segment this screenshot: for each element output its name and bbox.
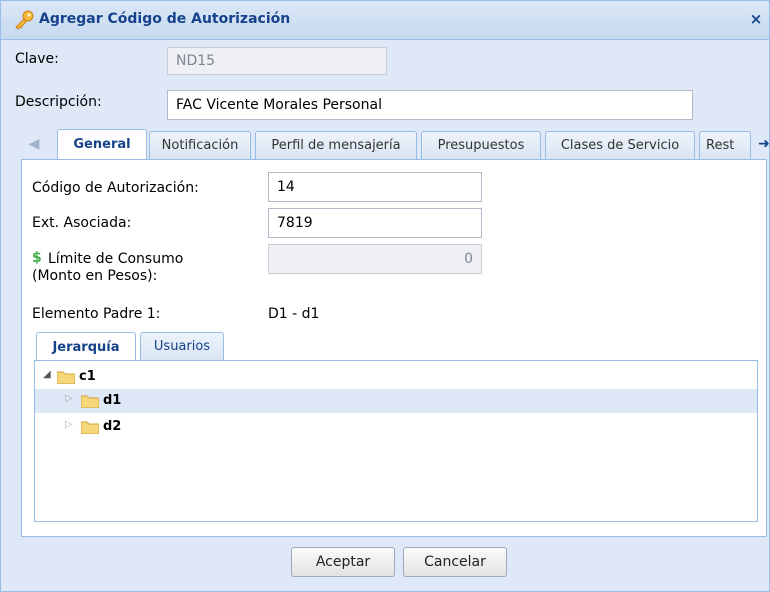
descripcion-value: FAC Vicente Morales Personal (176, 97, 382, 113)
general-panel: Código de Autorización: 14 Ext. Asociada… (21, 159, 767, 537)
tab-notificacion[interactable]: Notificación (149, 131, 251, 159)
tab-rest[interactable]: Rest (699, 131, 751, 159)
clave-label: Clave: (15, 51, 59, 67)
tree-node-d1[interactable]: ▷ d1 (35, 389, 757, 413)
limite-input: 0 (268, 244, 482, 274)
descripcion-input[interactable]: FAC Vicente Morales Personal (167, 90, 693, 120)
padre-label: Elemento Padre 1: (32, 306, 161, 322)
ext-label: Ext. Asociada: (32, 215, 132, 231)
clave-field: ND15 (167, 47, 387, 75)
dialog-window: Agregar Código de Autorización × Clave: … (0, 0, 770, 592)
limite-label-1: Límite de Consumo (48, 251, 184, 267)
title-bar[interactable]: Agregar Código de Autorización × (1, 1, 769, 40)
close-icon[interactable]: × (747, 10, 765, 28)
tab-presupuestos[interactable]: Presupuestos (421, 131, 541, 159)
subtab-jerarquia[interactable]: Jerarquía (36, 332, 136, 361)
tab-general[interactable]: General (57, 129, 147, 159)
collapsed-arrow-icon[interactable]: ▷ (65, 393, 73, 404)
dollar-icon: $ (32, 250, 42, 266)
scroll-left-icon[interactable]: ◀ (25, 135, 43, 153)
tree-node-d2[interactable]: ▷ d2 (35, 415, 757, 439)
codigo-input[interactable]: 14 (268, 172, 482, 202)
window-title: Agregar Código de Autorización (39, 11, 291, 27)
padre-value: D1 - d1 (268, 306, 320, 322)
collapsed-arrow-icon[interactable]: ▷ (65, 419, 73, 430)
folder-icon (81, 421, 99, 434)
folder-icon (57, 371, 75, 384)
cancel-button[interactable]: Cancelar (403, 547, 507, 577)
accept-button[interactable]: Aceptar (291, 547, 395, 577)
key-icon (15, 10, 34, 30)
scroll-right-icon[interactable]: ➜ (755, 135, 770, 153)
codigo-label: Código de Autorización: (32, 180, 199, 196)
tab-strip: ◀ General Notificación Perfil de mensaje… (21, 129, 770, 159)
tab-perfil-mensajeria[interactable]: Perfil de mensajería (255, 131, 417, 159)
ext-input[interactable]: 7819 (268, 208, 482, 238)
folder-icon (81, 395, 99, 408)
expanded-arrow-icon[interactable]: ◢ (43, 369, 51, 380)
tab-clases-servicio[interactable]: Clases de Servicio (545, 131, 695, 159)
descripcion-label: Descripción: (15, 94, 102, 110)
hierarchy-tree: ◢ c1 ▷ d1 ▷ d2 (34, 360, 758, 522)
limite-label-2: (Monto en Pesos): (32, 268, 158, 284)
clave-value: ND15 (176, 53, 216, 69)
subtab-usuarios[interactable]: Usuarios (140, 332, 224, 360)
tree-node-c1[interactable]: ◢ c1 (35, 365, 757, 389)
